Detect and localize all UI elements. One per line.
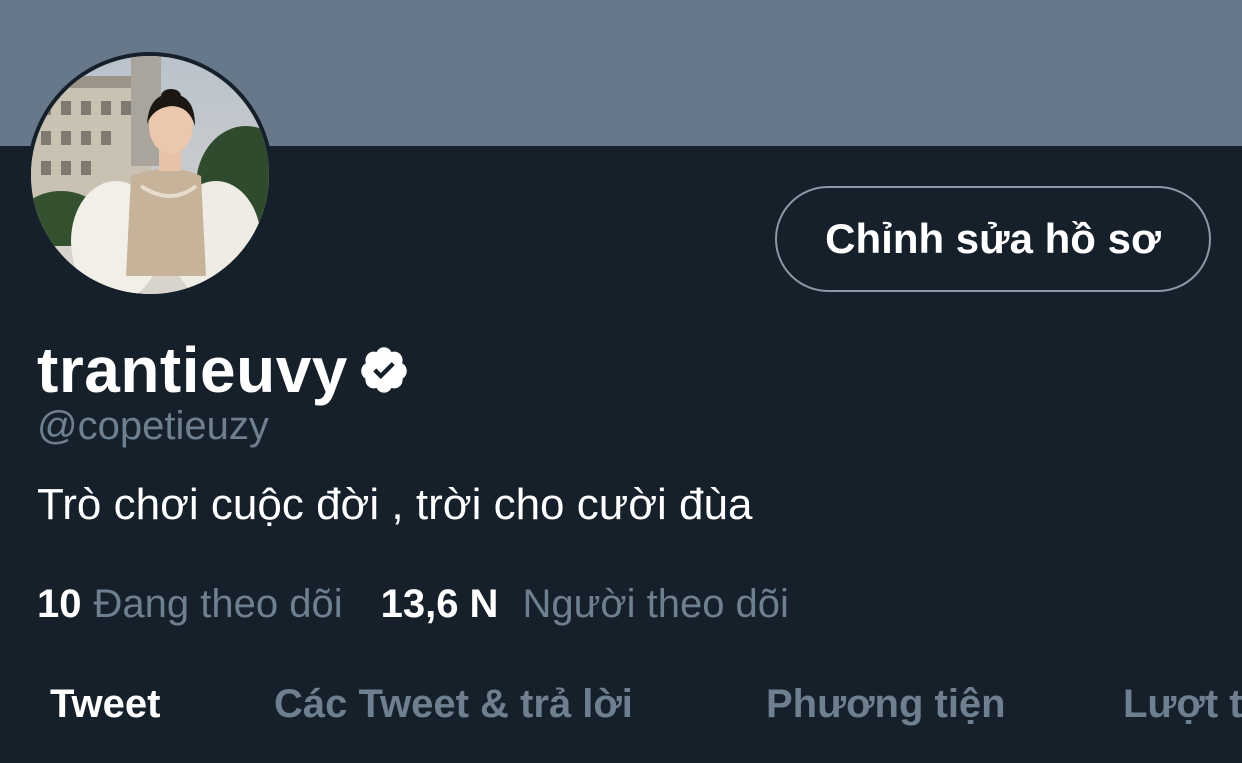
profile-bio: Trò chơi cuộc đời , trời cho cười đùa bbox=[37, 480, 753, 529]
display-name: trantieuvy bbox=[37, 334, 348, 406]
followers-label: Người theo dõi bbox=[522, 582, 789, 626]
avatar-photo bbox=[31, 56, 269, 294]
avatar[interactable] bbox=[27, 52, 273, 298]
follow-stats: 10 Đang theo dõi 13,6 N Người theo dõi bbox=[37, 582, 789, 627]
name-row: trantieuvy bbox=[37, 330, 410, 410]
following-count: 10 bbox=[37, 582, 82, 626]
profile-tabs: Tweet Các Tweet & trả lời Phương tiện Lư… bbox=[0, 672, 1242, 742]
tab-likes[interactable]: Lượt thích bbox=[1123, 682, 1242, 727]
tab-tweets[interactable]: Tweet bbox=[50, 682, 160, 727]
followers-link[interactable]: 13,6 N Người theo dõi bbox=[381, 582, 789, 627]
followers-count: 13,6 N bbox=[380, 582, 499, 626]
following-link[interactable]: 10 Đang theo dõi bbox=[37, 582, 343, 627]
edit-profile-button[interactable]: Chỉnh sửa hồ sơ bbox=[775, 186, 1211, 292]
tab-media[interactable]: Phương tiện bbox=[766, 682, 1006, 727]
profile-page: Chỉnh sửa hồ sơ trantieuvy @copetieuzy T… bbox=[0, 0, 1242, 763]
following-label: Đang theo dõi bbox=[93, 582, 343, 626]
tab-tweets-and-replies[interactable]: Các Tweet & trả lời bbox=[274, 682, 633, 727]
user-handle: @copetieuzy bbox=[37, 404, 269, 448]
verified-badge-icon[interactable] bbox=[358, 344, 410, 396]
